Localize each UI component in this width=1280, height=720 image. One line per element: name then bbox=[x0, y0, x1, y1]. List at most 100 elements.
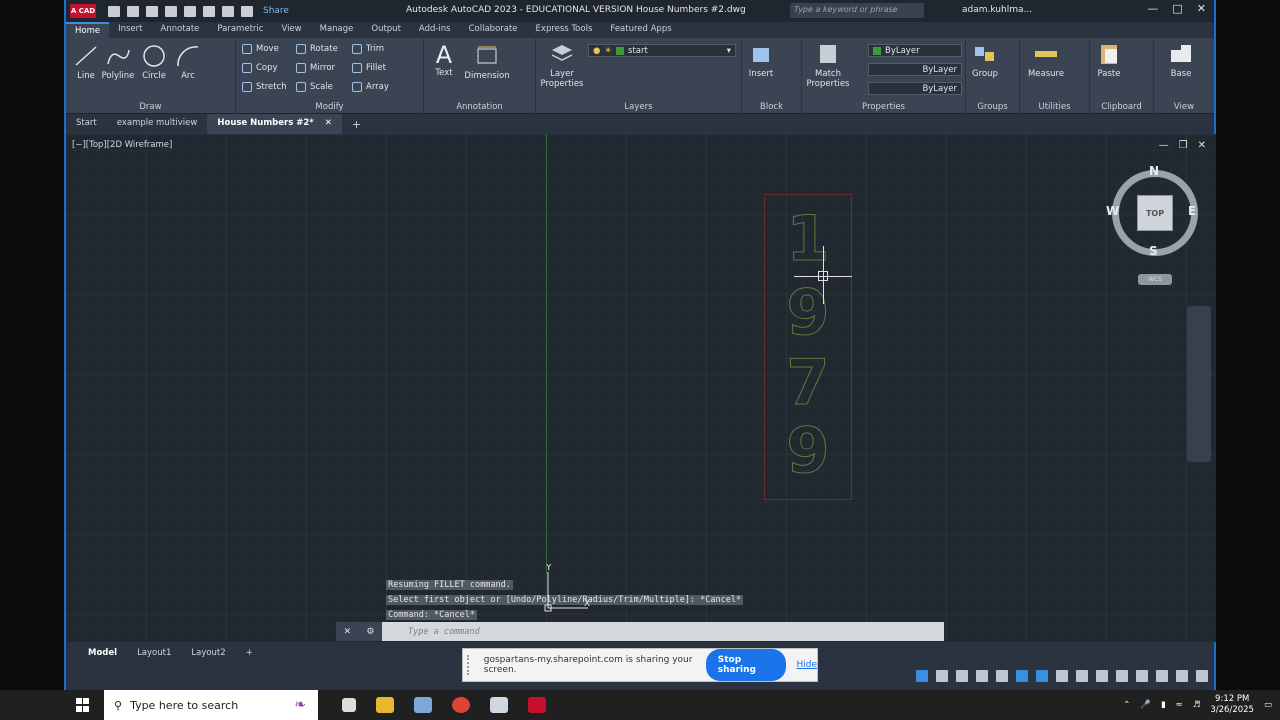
command-input[interactable]: Type a command bbox=[382, 622, 944, 641]
viewport-minimize-icon[interactable]: — bbox=[1159, 140, 1169, 151]
annotation-monitor-icon[interactable] bbox=[1096, 670, 1108, 682]
drawing-digit-1[interactable]: 1 bbox=[778, 202, 838, 276]
app-icon[interactable] bbox=[414, 697, 432, 713]
copy-button[interactable]: Copy bbox=[242, 63, 278, 73]
doc-tab-example-multiview[interactable]: example multiview bbox=[107, 114, 208, 134]
close-tab-icon[interactable]: ✕ bbox=[325, 118, 332, 128]
measure-button[interactable]: Measure bbox=[1026, 42, 1066, 79]
print-icon[interactable] bbox=[203, 5, 215, 17]
object-snap-icon[interactable] bbox=[1016, 670, 1028, 682]
tab-view[interactable]: View bbox=[272, 22, 310, 38]
drawing-canvas[interactable]: [−][Top][2D Wireframe] — ❐ ✕ 1 9 7 9 TOP… bbox=[66, 134, 1216, 642]
drawing-digit-4[interactable]: 9 bbox=[778, 414, 838, 488]
chevron-up-icon[interactable]: ⌃ bbox=[1123, 700, 1130, 710]
trim-button[interactable]: Trim bbox=[352, 44, 384, 54]
fullscreen-icon[interactable] bbox=[1176, 670, 1188, 682]
camera-icon[interactable] bbox=[490, 697, 508, 713]
web-mobile-icon[interactable] bbox=[184, 5, 196, 17]
tab-express-tools[interactable]: Express Tools bbox=[527, 22, 602, 38]
customization-menu-icon[interactable] bbox=[1196, 670, 1208, 682]
color-dropdown[interactable]: ByLayer bbox=[868, 44, 962, 57]
match-properties-button[interactable]: Match Properties bbox=[806, 42, 850, 89]
tab-parametric[interactable]: Parametric bbox=[208, 22, 272, 38]
isolate-objects-icon[interactable] bbox=[1156, 670, 1168, 682]
viewport-close-icon[interactable]: ✕ bbox=[1198, 140, 1206, 151]
workspace-gear-icon[interactable] bbox=[1076, 670, 1088, 682]
polar-tracking-icon[interactable] bbox=[956, 670, 968, 682]
file-explorer-icon[interactable] bbox=[376, 697, 394, 713]
line-button[interactable]: Line bbox=[72, 44, 100, 81]
customize-wrench-icon[interactable]: ⚙ bbox=[366, 627, 374, 637]
compass-east[interactable]: E bbox=[1188, 204, 1196, 218]
object-snap-tracking-icon[interactable] bbox=[996, 670, 1008, 682]
isodraft-icon[interactable] bbox=[976, 670, 988, 682]
battery-icon[interactable]: ▮ bbox=[1161, 700, 1166, 710]
tab-featured-apps[interactable]: Featured Apps bbox=[601, 22, 680, 38]
notifications-icon[interactable]: ▭ bbox=[1264, 700, 1272, 710]
layer-properties-button[interactable]: Layer Properties bbox=[540, 42, 584, 89]
maximize-icon[interactable]: □ bbox=[1172, 2, 1182, 15]
rotate-button[interactable]: Rotate bbox=[296, 44, 338, 54]
minimize-icon[interactable]: — bbox=[1147, 2, 1158, 15]
annotation-visibility-icon[interactable] bbox=[1036, 670, 1048, 682]
layout-tab-model[interactable]: Model bbox=[78, 644, 127, 664]
tab-add-ins[interactable]: Add-ins bbox=[410, 22, 460, 38]
fillet-button[interactable]: Fillet bbox=[352, 63, 386, 73]
viewcube-top-face[interactable]: TOP bbox=[1137, 195, 1173, 231]
chrome-icon[interactable] bbox=[452, 697, 470, 713]
tab-collaborate[interactable]: Collaborate bbox=[460, 22, 527, 38]
add-layout-button[interactable]: + bbox=[236, 644, 263, 664]
quick-properties-icon[interactable] bbox=[1136, 670, 1148, 682]
viewport-controls-label[interactable]: [−][Top][2D Wireframe] bbox=[72, 140, 172, 150]
group-button[interactable]: Group bbox=[970, 42, 1000, 79]
drawing-digit-2[interactable]: 9 bbox=[778, 276, 838, 350]
navigation-bar[interactable] bbox=[1187, 306, 1211, 462]
autocad-taskbar-icon[interactable] bbox=[528, 697, 546, 713]
paste-button[interactable]: Paste bbox=[1094, 42, 1124, 79]
undo-icon[interactable] bbox=[222, 5, 234, 17]
ortho-icon[interactable] bbox=[936, 670, 948, 682]
wifi-icon[interactable]: ≈ bbox=[1176, 700, 1183, 710]
share-button[interactable]: Share bbox=[263, 6, 289, 16]
redo-icon[interactable] bbox=[241, 5, 253, 17]
base-view-button[interactable]: Base bbox=[1166, 42, 1196, 79]
units-icon[interactable] bbox=[1116, 670, 1128, 682]
autocad-logo[interactable]: A CAD bbox=[70, 4, 96, 18]
model-space-icon[interactable] bbox=[916, 670, 928, 682]
close-icon[interactable]: ✕ bbox=[1197, 2, 1206, 15]
stretch-button[interactable]: Stretch bbox=[242, 82, 287, 92]
tab-insert[interactable]: Insert bbox=[109, 22, 151, 38]
mirror-button[interactable]: Mirror bbox=[296, 63, 335, 73]
close-command-line-icon[interactable]: ✕ bbox=[344, 627, 352, 637]
circle-button[interactable]: Circle bbox=[138, 44, 170, 81]
layout-tab-layout2[interactable]: Layout2 bbox=[181, 644, 235, 664]
scale-button[interactable]: Scale bbox=[296, 82, 333, 92]
layer-dropdown[interactable]: ● ☀ start ▾ bbox=[588, 44, 736, 57]
windows-start-icon[interactable] bbox=[76, 698, 90, 712]
taskbar-search[interactable]: ⚲ Type here to search ❧ bbox=[104, 690, 318, 720]
tab-annotate[interactable]: Annotate bbox=[152, 22, 209, 38]
wcs-menu[interactable]: WCS bbox=[1138, 274, 1172, 285]
hide-share-bar-link[interactable]: Hide bbox=[796, 660, 817, 670]
tab-manage[interactable]: Manage bbox=[311, 22, 363, 38]
clock[interactable]: 9:12 PM 3/26/2025 bbox=[1210, 694, 1254, 716]
doc-tab-house-numbers[interactable]: House Numbers #2* ✕ bbox=[207, 114, 342, 134]
polyline-button[interactable]: Polyline bbox=[100, 44, 136, 81]
insert-block-button[interactable]: Insert bbox=[746, 42, 776, 79]
viewport-restore-icon[interactable]: ❐ bbox=[1179, 140, 1188, 151]
new-tab-button[interactable]: + bbox=[342, 114, 371, 134]
task-view-icon[interactable] bbox=[342, 698, 356, 712]
save-as-icon[interactable] bbox=[165, 5, 177, 17]
compass-south[interactable]: S bbox=[1149, 244, 1158, 258]
array-button[interactable]: Array bbox=[352, 82, 389, 92]
lineweight-dropdown[interactable]: ByLayer bbox=[868, 82, 962, 95]
text-button[interactable]: A Text bbox=[430, 42, 458, 78]
microphone-icon[interactable]: 🎤 bbox=[1140, 700, 1151, 710]
linetype-dropdown[interactable]: ByLayer bbox=[868, 63, 962, 76]
doc-tab-start[interactable]: Start bbox=[66, 114, 107, 134]
stop-sharing-button[interactable]: Stop sharing bbox=[705, 649, 787, 681]
tab-home[interactable]: Home bbox=[66, 22, 110, 38]
new-file-icon[interactable] bbox=[108, 5, 120, 17]
arc-button[interactable]: Arc bbox=[172, 44, 204, 81]
keyword-search-input[interactable]: Type a keyword or phrase bbox=[790, 3, 924, 18]
